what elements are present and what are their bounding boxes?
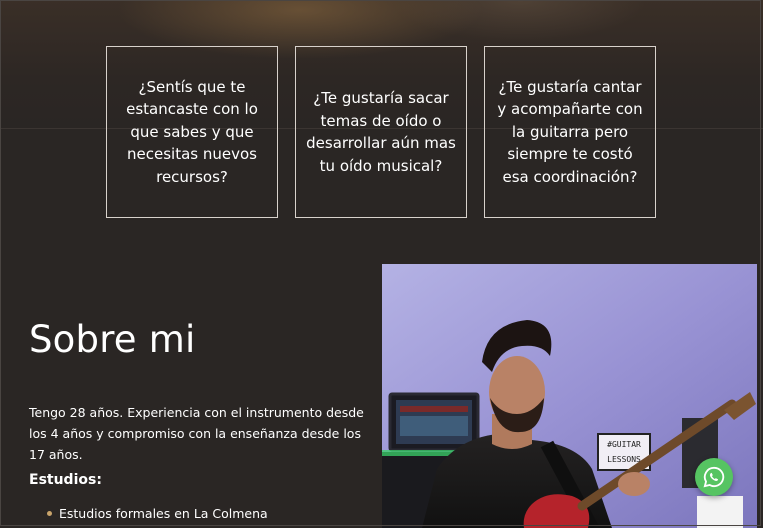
about-title: Sobre mi [29,318,196,361]
question-card-text: ¿Te gustaría sacar temas de oído o desar… [306,89,456,175]
about-description: Tengo 28 años. Experiencia con el instru… [29,405,364,462]
svg-text:#GUITAR: #GUITAR [607,440,641,449]
question-card-text: ¿Te gustaría cantar y acompañarte con la… [497,77,643,186]
question-card-2: ¿Te gustaría sacar temas de oído o desar… [295,46,467,218]
bullet-icon [47,511,52,516]
svg-text:LESSONS: LESSONS [607,455,641,464]
whatsapp-icon [703,466,725,488]
list-item: Estudios formales en La Colmena [30,506,268,521]
question-card-1: ¿Sentís que te estancaste con lo que sab… [106,46,278,218]
question-card-text: ¿Sentís que te estancaste con lo que sab… [126,77,258,186]
studies-item-text: Estudios formales en La Colmena [59,506,268,521]
whatsapp-button[interactable] [695,458,733,496]
studies-title: Estudios: [29,472,102,488]
question-card-3: ¿Te gustaría cantar y acompañarte con la… [484,46,656,218]
studies-list: Estudios formales en La Colmena [30,506,268,521]
